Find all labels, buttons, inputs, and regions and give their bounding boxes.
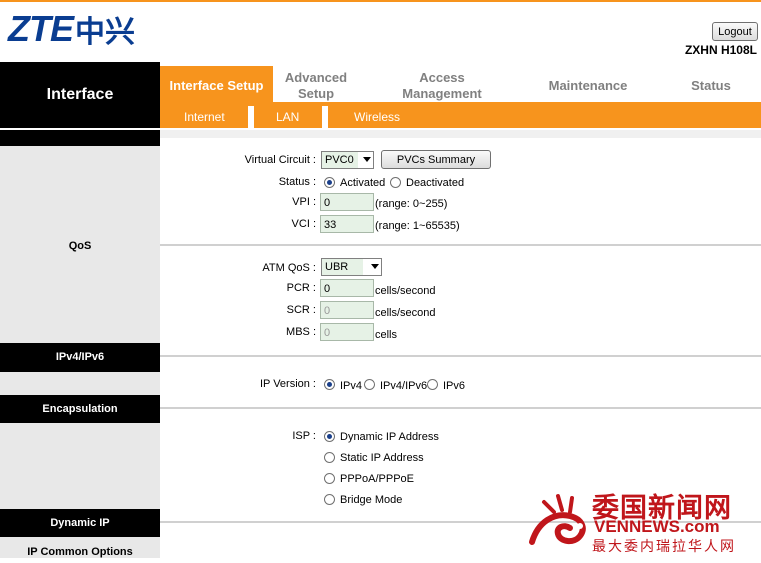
subtab-wireless[interactable]: Wireless <box>354 102 400 128</box>
isp-bridge-mode-label: Bridge Mode <box>340 494 403 506</box>
virtual-circuit-value: PVC0 <box>322 152 358 168</box>
ip-version-ipv4-ipv6-label: IPv4/IPv6 <box>380 380 428 392</box>
sub-tabs: Internet LAN Wireless <box>160 102 761 128</box>
logout-button[interactable]: Logout <box>712 22 758 41</box>
chevron-down-icon <box>371 264 379 269</box>
virtual-circuit-select[interactable]: PVC0 <box>321 151 374 169</box>
isp-dynamic-ip-radio[interactable] <box>324 431 335 442</box>
pvcs-summary-button[interactable]: PVCs Summary <box>381 150 491 169</box>
mbs-input[interactable]: 0 <box>320 323 374 341</box>
top-tabs: Interface Setup Advanced Setup Access Ma… <box>160 58 761 106</box>
zte-logo: ZTE 中兴 <box>8 8 135 50</box>
isp-static-ip-radio[interactable] <box>324 452 335 463</box>
vpi-label: VPI : <box>292 196 316 208</box>
divider <box>160 130 761 138</box>
isp-bridge-mode-radio[interactable] <box>324 494 335 505</box>
top-accent-line <box>0 0 761 2</box>
virtual-circuit-label: Virtual Circuit : <box>244 154 316 166</box>
section-header-dynamic-ip: Dynamic IP <box>0 509 160 537</box>
atm-qos-value: UBR <box>322 259 363 275</box>
subtab-internet[interactable]: Internet <box>184 102 225 128</box>
status-activated-radio[interactable] <box>324 177 335 188</box>
logo-cn: 中兴 <box>75 15 135 50</box>
status-deactivated-label: Deactivated <box>406 177 465 189</box>
mbs-unit: cells <box>375 329 398 341</box>
vci-range-hint: (range: 1~65535) <box>375 220 460 232</box>
vpi-range-hint: (range: 0~255) <box>375 198 448 210</box>
isp-pppoa-pppoe-radio[interactable] <box>324 473 335 484</box>
divider <box>160 355 761 357</box>
status-label: Status : <box>278 176 316 188</box>
nav-section-title: Interface <box>0 62 160 128</box>
mbs-label: MBS : <box>286 326 316 338</box>
subtab-separator <box>248 106 254 128</box>
section-header-encapsulation: Encapsulation <box>0 395 160 423</box>
main-navigation: Interface Interface Setup Advanced Setup… <box>0 58 761 130</box>
subtab-separator <box>322 106 328 128</box>
atm-qos-label: ATM QoS : <box>262 262 316 274</box>
scr-input[interactable]: 0 <box>320 301 374 319</box>
chevron-down-icon <box>363 157 371 162</box>
section-label-qos: QoS <box>68 240 92 252</box>
watermark-tagline: 最大委内瑞拉华人网 <box>592 539 736 555</box>
ip-version-ipv4-radio[interactable] <box>324 379 335 390</box>
vpi-input[interactable]: 0 <box>320 193 374 211</box>
pcr-label: PCR : <box>286 282 316 294</box>
isp-dynamic-ip-label: Dynamic IP Address <box>340 431 439 443</box>
subtab-lan[interactable]: LAN <box>276 102 299 128</box>
ip-version-ipv6-label: IPv6 <box>443 380 466 392</box>
tab-access-management[interactable]: Access Management <box>380 66 504 106</box>
vci-input[interactable]: 33 <box>320 215 374 233</box>
status-activated-label: Activated <box>340 177 386 189</box>
pcr-unit: cells/second <box>375 285 436 297</box>
ip-version-label: IP Version : <box>259 378 316 390</box>
scr-label: SCR : <box>286 304 316 316</box>
ip-version-ipv4-label: IPv4 <box>340 380 363 392</box>
tab-interface-setup[interactable]: Interface Setup <box>160 66 273 106</box>
tab-advanced-setup[interactable]: Advanced Setup <box>273 66 359 106</box>
atm-qos-select[interactable]: UBR <box>321 258 382 276</box>
divider <box>160 407 761 409</box>
watermark: 委国新闻网 VENNEWS.com 最大委内瑞拉华人网 <box>524 482 761 558</box>
scr-unit: cells/second <box>375 307 436 319</box>
isp-static-ip-label: Static IP Address <box>340 452 424 464</box>
tab-maintenance[interactable]: Maintenance <box>530 66 646 106</box>
section-header-ipv4-ipv6: IPv4/IPv6 <box>0 343 160 372</box>
section-label-ip-common-options: IP Common Options <box>27 546 133 558</box>
ip-version-ipv4-ipv6-radio[interactable] <box>364 379 375 390</box>
logo-latin: ZTE <box>8 8 74 49</box>
isp-label: ISP : <box>292 430 316 442</box>
ip-version-ipv6-radio[interactable] <box>427 379 438 390</box>
status-deactivated-radio[interactable] <box>390 177 401 188</box>
divider <box>160 244 761 246</box>
vci-label: VCI : <box>291 218 316 230</box>
dragon-icon <box>529 494 586 545</box>
tab-status[interactable]: Status <box>665 66 757 106</box>
device-model: ZXHN H108L <box>684 43 757 57</box>
isp-pppoa-pppoe-label: PPPoA/PPPoE <box>340 473 414 485</box>
section-header-bar <box>0 130 160 146</box>
pcr-input[interactable]: 0 <box>320 279 374 297</box>
watermark-site: VENNEWS.com <box>594 517 720 536</box>
